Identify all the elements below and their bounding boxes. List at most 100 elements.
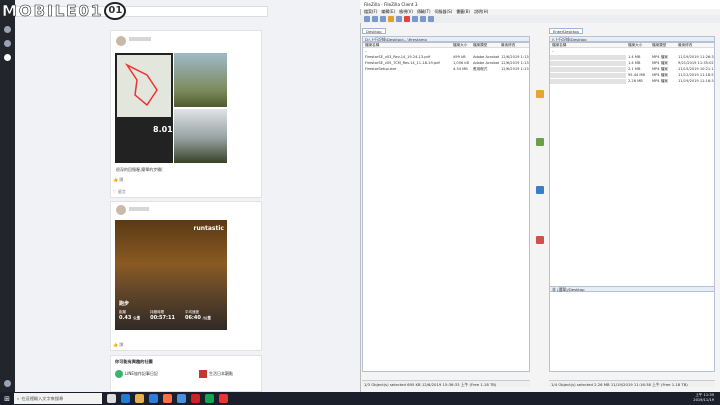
- edge-icon[interactable]: [121, 394, 130, 403]
- file-modified: 9/21/2019 11:35:02: [678, 61, 714, 65]
- group-item[interactable]: 生活日本觀點: [199, 370, 233, 378]
- compare-icon[interactable]: [412, 16, 418, 22]
- folder-icon[interactable]: [536, 90, 544, 98]
- search-box[interactable]: ⌕ 在這裡輸入文字來搜尋: [14, 393, 102, 404]
- avatar[interactable]: [116, 36, 126, 46]
- file-name: [550, 73, 626, 78]
- file-name: [550, 61, 626, 66]
- bottom-path-label: 非 (選單)/Desktop: [549, 286, 715, 292]
- file-row[interactable]: FirestorSE_v03_Rev.14_19.24.13.pdf 499 kB…: [363, 55, 529, 60]
- right-column-header: 檔案名稱 檔案大小 檔案類型 最後修改: [550, 43, 714, 48]
- file-name: [550, 67, 626, 72]
- left-status: 1/3 Object(s) selected 695 KB 12/6/2019 …: [362, 380, 530, 387]
- profile-icon[interactable]: [4, 40, 11, 47]
- file-size: 2.26 MB: [628, 79, 643, 83]
- clock[interactable]: 上午 11:35 2019/11/19: [693, 393, 714, 403]
- photo-bridge[interactable]: [174, 53, 227, 107]
- like-button[interactable]: 👍 讚: [113, 342, 123, 348]
- file-size: [451, 49, 471, 54]
- app-icon[interactable]: [219, 394, 228, 403]
- file-name: ..: [552, 49, 555, 53]
- file-size: 499 kB: [453, 55, 466, 59]
- file-row[interactable]: 2.1 MB MP4 檔案 11/15/2019 10:21:10: [550, 67, 714, 72]
- line-icon: [115, 370, 123, 378]
- file-modified: 11/19/2019 11:26:37: [678, 55, 714, 59]
- toolbar: [360, 15, 720, 23]
- runtastic-brand: runtastic: [193, 225, 224, 232]
- transfer-icon[interactable]: [536, 186, 544, 194]
- file-type: [650, 49, 676, 54]
- file-type: MP4 檔案: [652, 73, 668, 77]
- file-row[interactable]: 2.26 MB MP4 檔案 11/19/2019 11:16:38: [550, 79, 714, 84]
- site-manager-icon[interactable]: [364, 16, 370, 22]
- queue-icon[interactable]: [380, 16, 386, 22]
- file-name: [550, 79, 626, 84]
- home-icon[interactable]: [4, 26, 11, 33]
- file-name: FirestorSetup.exe: [365, 67, 397, 71]
- app-icon[interactable]: [205, 394, 214, 403]
- clock-icon[interactable]: [4, 54, 11, 61]
- refresh-icon[interactable]: [372, 16, 378, 22]
- search-placeholder: 在這裡輸入文字來搜尋: [21, 395, 64, 401]
- stats-row: 距離 0.43 公里 持續時間 00:57:11 平均速度 06:40 /公里: [119, 310, 211, 321]
- group-item[interactable]: LINE協作記事日記: [115, 370, 158, 378]
- avatar[interactable]: [116, 205, 126, 215]
- file-name: ..: [365, 49, 368, 53]
- file-modified: 11/19/2019 11:16:38: [678, 79, 714, 83]
- filezilla-icon[interactable]: [191, 394, 200, 403]
- comment-row[interactable]: ♡ 留言: [113, 189, 126, 195]
- firefox-icon[interactable]: [163, 394, 172, 403]
- file-row[interactable]: ..: [363, 49, 529, 54]
- file-modified: 12/6/2019 1:13:41: [501, 55, 529, 59]
- activity-label: 跑步: [119, 301, 130, 307]
- right-status: 1/4 Object(s) selected 2.26 MB 11/19/201…: [549, 380, 715, 387]
- file-row[interactable]: 1.4 MB MP4 檔案 11/19/2019 11:26:37: [550, 55, 714, 60]
- like-button[interactable]: 👍 讚: [113, 177, 123, 183]
- run-screenshot-image[interactable]: 8.01: [115, 53, 173, 163]
- window-title: FileZilla - FileZilla Client 3: [360, 0, 720, 9]
- file-size: 1.4 MB: [628, 55, 641, 59]
- file-modified: [499, 49, 529, 54]
- file-modified: 12/6/2019 1:13:41: [501, 67, 529, 71]
- search-icon[interactable]: [428, 16, 434, 22]
- group-section-title: 你可能有興趣的社團: [115, 359, 153, 364]
- photo-path[interactable]: [174, 109, 227, 163]
- log-icon[interactable]: [536, 236, 544, 244]
- file-type: Adobe Acrobat D: [473, 55, 499, 59]
- runtastic-image[interactable]: runtastic 跑步 距離 0.43 公里 持續時間 00:57:11 平均速度…: [115, 220, 227, 330]
- settings-icon[interactable]: [4, 380, 11, 387]
- task-view-icon[interactable]: [107, 394, 116, 403]
- tools-icon[interactable]: [536, 138, 544, 146]
- start-button[interactable]: ⊞: [0, 392, 14, 405]
- file-row[interactable]: FirestorSE_v05_TCM_Rev.14_11-18-19.pdf 1,…: [363, 61, 529, 66]
- file-modified: 11/15/2019 10:21:10: [678, 67, 714, 71]
- distance-value: 8.01: [153, 125, 173, 134]
- group-suggestion-card: 你可能有興趣的社團 LINE協作記事日記 生活日本觀點: [110, 355, 262, 392]
- file-row[interactable]: 1.4 MB MP4 檔案 9/21/2019 11:35:02: [550, 61, 714, 66]
- file-name: [550, 55, 626, 60]
- tab-desktop[interactable]: Desktop: [362, 28, 386, 34]
- file-name: FirestorSE_v05_TCM_Rev.14_11-18-19.pdf: [365, 61, 440, 65]
- file-type: MP4 檔案: [652, 61, 668, 65]
- filter-icon[interactable]: [420, 16, 426, 22]
- file-type: MP4 檔案: [652, 55, 668, 59]
- file-type: [471, 49, 499, 54]
- file-name: FirestorSE_v03_Rev.14_19.24.13.pdf: [365, 55, 431, 59]
- file-size: 4.34 MB: [453, 67, 468, 71]
- mail-icon[interactable]: [149, 394, 158, 403]
- file-row[interactable]: ..: [550, 49, 714, 54]
- left-tabs: Desktop: [362, 28, 386, 34]
- file-size: 1.4 MB: [628, 61, 641, 65]
- file-type: MP4 檔案: [652, 79, 668, 83]
- sync-icon[interactable]: [396, 16, 402, 22]
- file-row[interactable]: FirestorSetup.exe 4.34 MB 應用程式 12/6/2019 1:…: [363, 67, 529, 72]
- author-name[interactable]: [129, 207, 149, 211]
- folder-icon[interactable]: [388, 16, 394, 22]
- explorer-icon[interactable]: [135, 394, 144, 403]
- file-type: 應用程式: [473, 67, 488, 71]
- author-name[interactable]: [129, 37, 151, 41]
- file-row[interactable]: 95.44 MB MP4 檔案 11/12/2019 11:18:57: [550, 73, 714, 78]
- cancel-icon[interactable]: [404, 16, 410, 22]
- tab-enterdesktop[interactable]: EnterDesktop: [549, 28, 583, 34]
- app-icon[interactable]: [177, 394, 186, 403]
